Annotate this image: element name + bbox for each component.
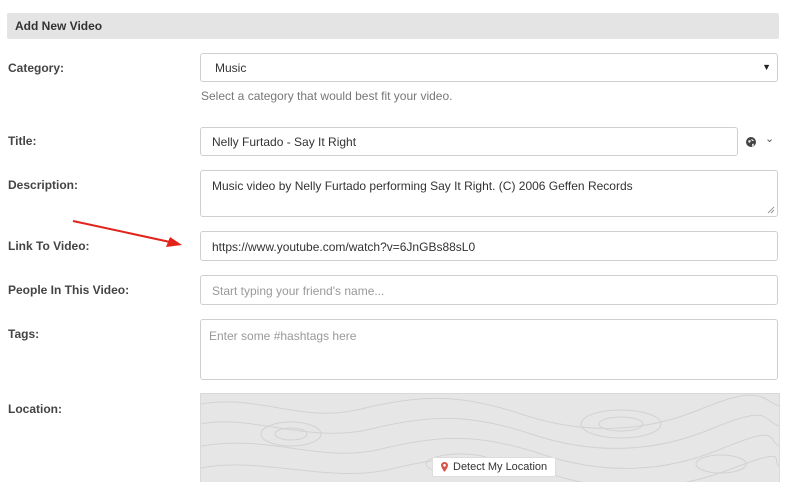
category-help-text: Select a category that would best fit yo… — [201, 89, 453, 103]
title-value: Nelly Furtado - Say It Right — [212, 135, 357, 149]
detect-location-label: Detect My Location — [453, 461, 548, 473]
location-map[interactable]: Detect My Location — [200, 393, 780, 482]
description-label: Description: — [8, 178, 79, 192]
description-textarea[interactable]: Music video by Nelly Furtado performing … — [200, 170, 778, 217]
tags-placeholder: Enter some #hashtags here — [209, 329, 357, 343]
category-label: Category: — [8, 61, 65, 75]
map-pin-icon — [441, 462, 448, 472]
title-input[interactable]: Nelly Furtado - Say It Right — [200, 127, 738, 156]
people-input[interactable]: Start typing your friend's name... — [200, 275, 778, 305]
detect-location-button[interactable]: Detect My Location — [432, 457, 557, 477]
section-title: Add New Video — [15, 19, 103, 33]
location-label: Location: — [8, 402, 62, 416]
dropdown-arrow-icon: ▼ — [762, 62, 771, 72]
category-select[interactable]: Music ▼ — [200, 53, 778, 82]
tags-label: Tags: — [8, 327, 40, 341]
globe-icon[interactable] — [746, 137, 756, 147]
tags-textarea[interactable]: Enter some #hashtags here — [200, 319, 778, 380]
section-header: Add New Video — [7, 13, 779, 39]
description-value: Music video by Nelly Furtado performing … — [212, 179, 633, 193]
category-selected-value: Music — [215, 61, 247, 75]
link-value: https://www.youtube.com/watch?v=6JnGBs88… — [212, 240, 476, 254]
title-label: Title: — [8, 134, 37, 148]
people-label: People In This Video: — [8, 283, 130, 297]
link-input[interactable]: https://www.youtube.com/watch?v=6JnGBs88… — [200, 231, 778, 261]
people-placeholder: Start typing your friend's name... — [212, 284, 385, 298]
chevron-down-icon[interactable]: ⌄ — [765, 132, 774, 145]
resize-handle-icon[interactable] — [767, 206, 775, 214]
red-arrow-annotation — [72, 220, 182, 247]
